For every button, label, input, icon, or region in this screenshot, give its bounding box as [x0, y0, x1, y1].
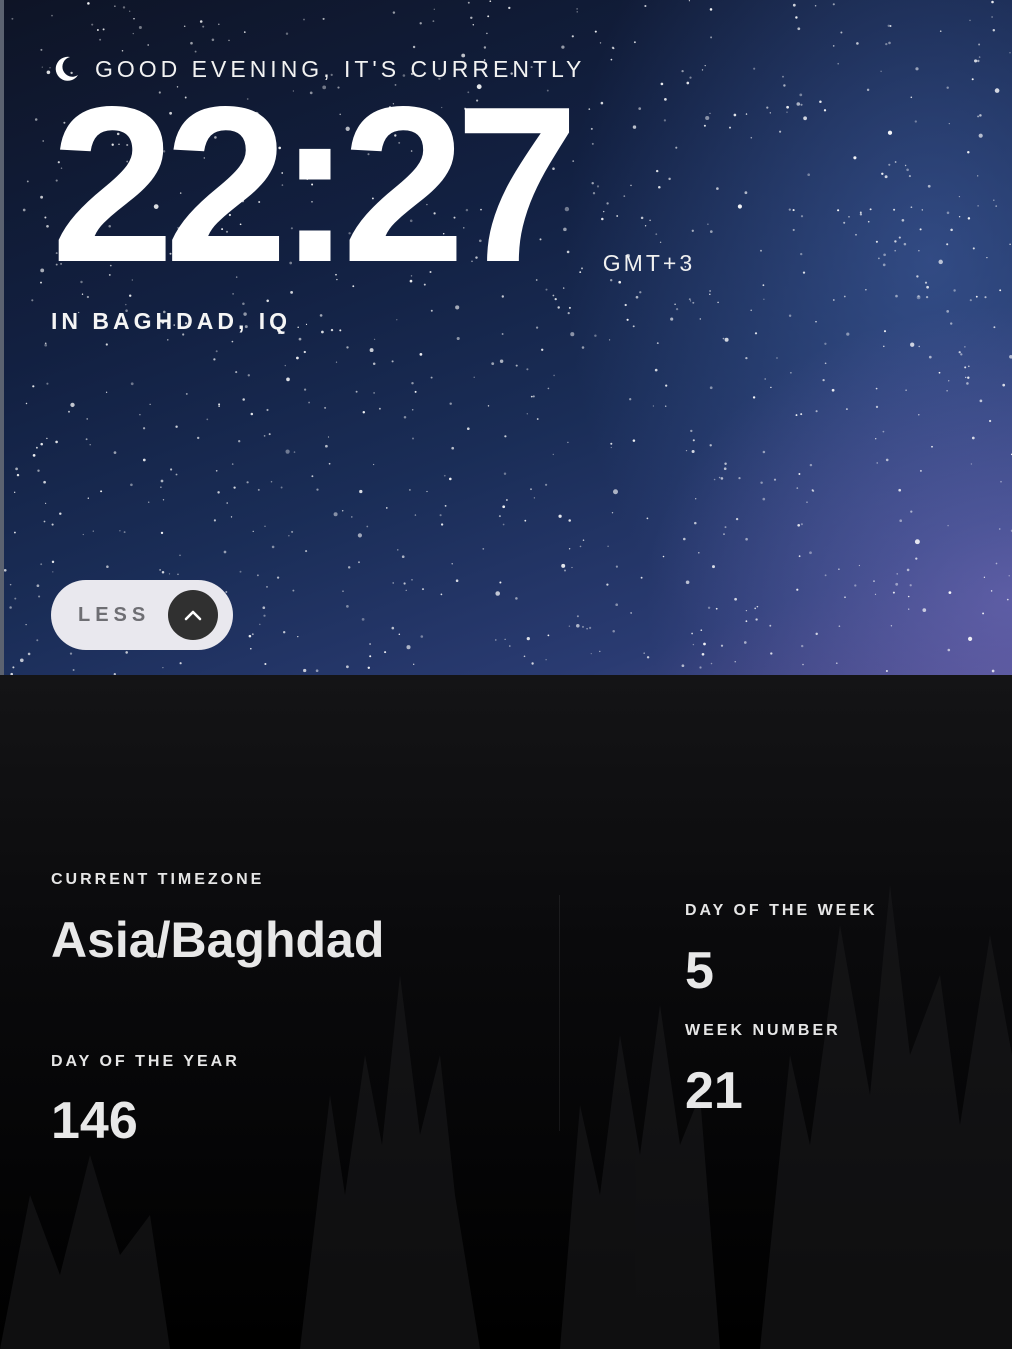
details-panel: CURRENT TIMEZONE Asia/Baghdad DAY OF THE… [0, 675, 1012, 1349]
current-timezone-value: Asia/Baghdad [51, 912, 385, 968]
day-of-week-value: 5 [685, 942, 714, 1000]
current-time: 22:27 [51, 61, 579, 309]
hero-section: GOOD EVENING, IT'S CURRENTLY 22:27 GMT+3… [0, 0, 1012, 675]
day-of-year-label: DAY OF THE YEAR [51, 1053, 240, 1070]
left-edge-strip [0, 0, 4, 675]
column-divider [559, 895, 560, 1131]
clock-app: GOOD EVENING, IT'S CURRENTLY 22:27 GMT+3… [0, 0, 1012, 1349]
location-text: IN BAGHDAD, IQ [51, 308, 291, 334]
current-timezone-label: CURRENT TIMEZONE [51, 871, 265, 888]
trees-background [0, 885, 1012, 1349]
day-of-year-value: 146 [51, 1092, 138, 1150]
less-toggle-button[interactable]: LESS [51, 580, 233, 650]
week-number-label: WEEK NUMBER [685, 1022, 841, 1039]
timezone-abbreviation: GMT+3 [602, 250, 696, 276]
week-number-value: 21 [685, 1062, 743, 1120]
clock-display: 22:27 GMT+3 [51, 61, 696, 309]
chevron-up-icon[interactable] [168, 590, 218, 640]
day-of-week-label: DAY OF THE WEEK [685, 902, 878, 919]
toggle-label: LESS [78, 603, 151, 626]
